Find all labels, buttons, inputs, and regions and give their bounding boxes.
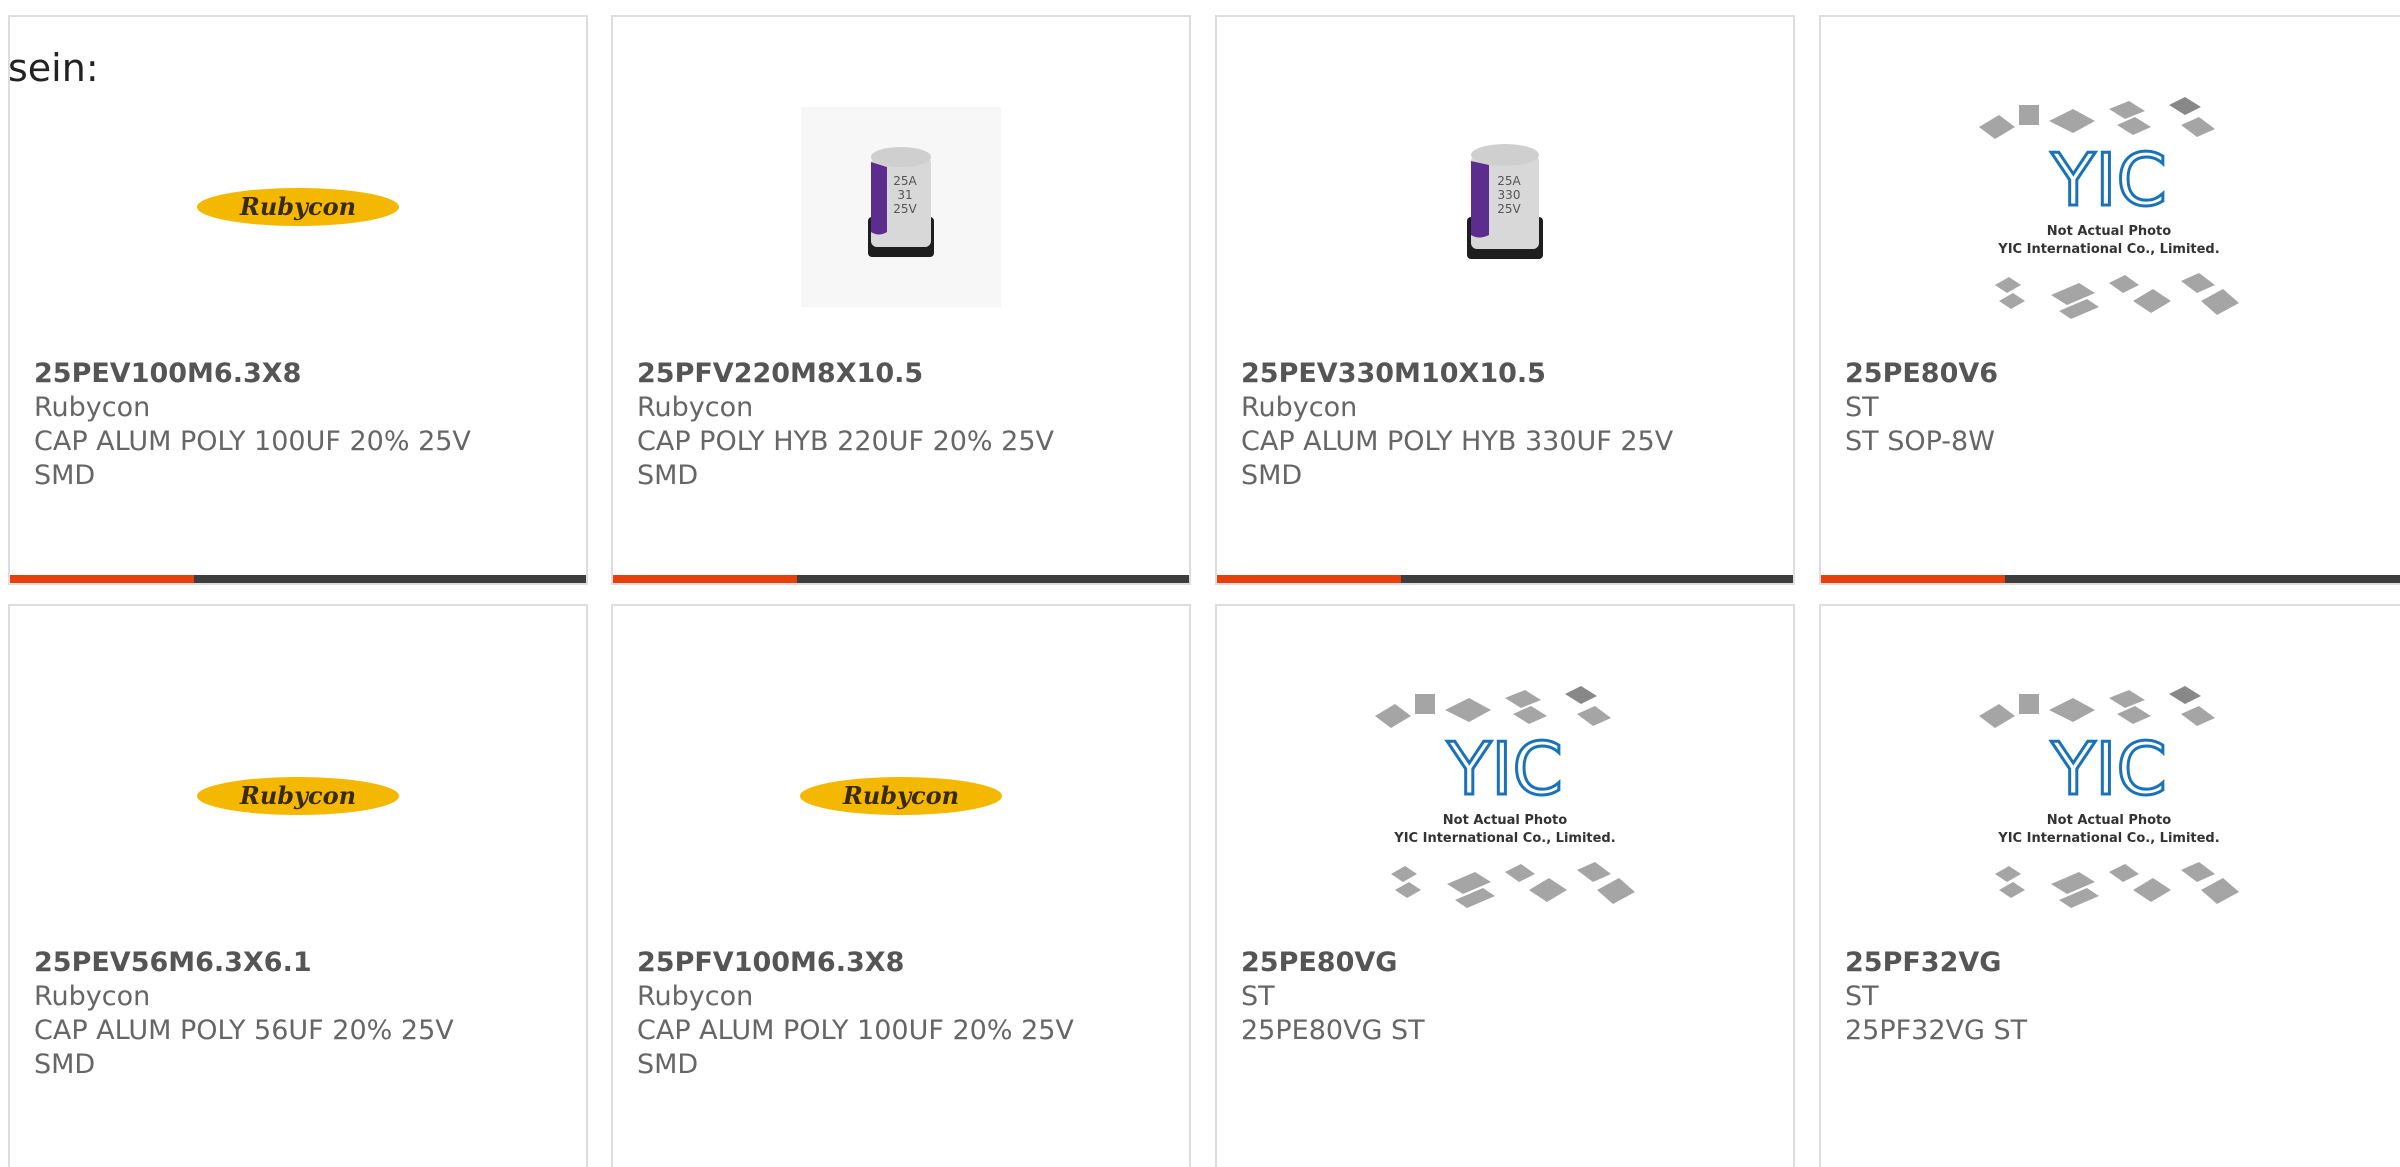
product-grid-page: sein: Rubycon 25PEV100M6.3X8 Rubycon CAP… (0, 0, 2400, 1167)
svg-text:25A: 25A (893, 174, 917, 188)
manufacturer: ST (1845, 392, 1879, 423)
product-image[interactable]: 25A 31 25V (613, 87, 1189, 327)
card-bottom-bar (1217, 575, 1793, 583)
yic-placeholder-photo: YIC Not Actual Photo YIC International C… (1979, 97, 2239, 319)
yic-placeholder-photo: YIC Not Actual Photo YIC International C… (1375, 686, 1635, 908)
svg-text:YIC International Co., Limited: YIC International Co., Limited. (1997, 242, 2219, 257)
manufacturer: ST (1845, 981, 1879, 1012)
svg-text:YIC: YIC (2050, 138, 2167, 222)
svg-text:Not Actual Photo: Not Actual Photo (1443, 813, 1567, 828)
product-info: 25PFV220M8X10.5 Rubycon CAP POLY HYB 220… (637, 357, 1165, 493)
manufacturer: Rubycon (1241, 392, 1358, 423)
part-number[interactable]: 25PE80VG (1241, 946, 1769, 980)
product-card[interactable]: Rubycon 25PEV56M6.3X6.1 Rubycon CAP ALUM… (8, 604, 588, 1167)
product-info: 25PF32VG ST 25PF32VG ST (1845, 946, 2383, 1048)
part-number[interactable]: 25PE80V6 (1845, 357, 2383, 391)
svg-text:YIC: YIC (2050, 727, 2167, 811)
svg-text:YIC International Co., Limited: YIC International Co., Limited. (1393, 831, 1615, 846)
product-info: 25PEV330M10X10.5 Rubycon CAP ALUM POLY H… (1241, 357, 1769, 493)
yic-placeholder-photo: YIC Not Actual Photo YIC International C… (1979, 686, 2239, 908)
product-image[interactable]: Rubycon (10, 87, 586, 327)
card-bottom-bar (613, 575, 1189, 583)
product-card[interactable]: 25A 330 25V 25PEV330M10X10.5 Rubycon CAP… (1215, 15, 1795, 585)
product-card[interactable]: YIC Not Actual Photo YIC International C… (1215, 604, 1795, 1167)
description: CAP ALUM POLY 100UF 20% 25V (34, 426, 471, 457)
part-number[interactable]: 25PEV56M6.3X6.1 (34, 946, 562, 980)
description-package: SMD (637, 460, 699, 491)
product-image[interactable]: Rubycon (10, 676, 586, 916)
product-info: 25PEV56M6.3X6.1 Rubycon CAP ALUM POLY 56… (34, 946, 562, 1082)
product-image[interactable]: YIC Not Actual Photo YIC International C… (1821, 676, 2397, 916)
manufacturer: Rubycon (637, 981, 754, 1012)
product-card[interactable]: YIC Not Actual Photo YIC International C… (1819, 604, 2400, 1167)
card-bottom-bar (10, 575, 586, 583)
manufacturer: ST (1241, 981, 1275, 1012)
product-info: 25PFV100M6.3X8 Rubycon CAP ALUM POLY 100… (637, 946, 1165, 1082)
rubycon-logo-image: Rubycon (197, 188, 399, 226)
product-image[interactable]: Rubycon (613, 676, 1189, 916)
product-image[interactable]: YIC Not Actual Photo YIC International C… (1217, 676, 1793, 916)
svg-text:25V: 25V (1497, 202, 1521, 216)
description: CAP POLY HYB 220UF 20% 25V (637, 426, 1054, 457)
description: CAP ALUM POLY 56UF 20% 25V (34, 1015, 454, 1046)
card-accent-bar (613, 575, 797, 583)
description-package: SMD (34, 460, 96, 491)
product-card[interactable]: Rubycon 25PFV100M6.3X8 Rubycon CAP ALUM … (611, 604, 1191, 1167)
rubycon-logo-image: Rubycon (800, 777, 1002, 815)
description-package: SMD (34, 1049, 96, 1080)
part-number[interactable]: 25PFV100M6.3X8 (637, 946, 1165, 980)
card-bottom-bar (1821, 575, 2400, 583)
svg-text:Not Actual Photo: Not Actual Photo (2047, 813, 2171, 828)
product-info: 25PE80VG ST 25PE80VG ST (1241, 946, 1769, 1048)
manufacturer: Rubycon (34, 981, 151, 1012)
svg-text:Rubycon: Rubycon (239, 192, 356, 221)
product-info: 25PEV100M6.3X8 Rubycon CAP ALUM POLY 100… (34, 357, 562, 493)
svg-text:330: 330 (1498, 188, 1521, 202)
svg-text:YIC International Co., Limited: YIC International Co., Limited. (1997, 831, 2219, 846)
part-number[interactable]: 25PFV220M8X10.5 (637, 357, 1165, 391)
card-accent-bar (10, 575, 194, 583)
part-number[interactable]: 25PEV330M10X10.5 (1241, 357, 1769, 391)
card-accent-bar (1217, 575, 1401, 583)
capacitor-photo: 25A 31 25V (801, 107, 1001, 307)
product-image[interactable]: YIC Not Actual Photo YIC International C… (1821, 87, 2397, 327)
description: 25PF32VG ST (1845, 1015, 2028, 1046)
description-package: SMD (1241, 460, 1303, 491)
part-number[interactable]: 25PEV100M6.3X8 (34, 357, 562, 391)
description: CAP ALUM POLY 100UF 20% 25V (637, 1015, 1074, 1046)
description-package: SMD (637, 1049, 699, 1080)
product-info: 25PE80V6 ST ST SOP-8W (1845, 357, 2383, 459)
product-card[interactable]: Rubycon 25PEV100M6.3X8 Rubycon CAP ALUM … (8, 15, 588, 585)
description: CAP ALUM POLY HYB 330UF 25V (1241, 426, 1674, 457)
svg-text:YIC: YIC (1446, 727, 1563, 811)
rubycon-logo-image: Rubycon (197, 777, 399, 815)
product-card[interactable]: 25A 31 25V 25PFV220M8X10.5 Rubycon CAP P… (611, 15, 1191, 585)
product-image[interactable]: 25A 330 25V (1217, 87, 1793, 327)
card-accent-bar (1821, 575, 2005, 583)
product-card[interactable]: YIC Not Actual Photo YIC International C… (1819, 15, 2400, 585)
capacitor-photo: 25A 330 25V (1405, 107, 1605, 307)
manufacturer: Rubycon (637, 392, 754, 423)
intro-text: sein: (8, 46, 99, 90)
svg-text:25A: 25A (1497, 174, 1521, 188)
svg-text:Rubycon: Rubycon (239, 781, 356, 810)
part-number[interactable]: 25PF32VG (1845, 946, 2383, 980)
description: ST SOP-8W (1845, 426, 1995, 457)
svg-text:31: 31 (897, 188, 912, 202)
svg-text:Not Actual Photo: Not Actual Photo (2047, 224, 2171, 239)
svg-text:25V: 25V (893, 202, 917, 216)
description: 25PE80VG ST (1241, 1015, 1425, 1046)
manufacturer: Rubycon (34, 392, 151, 423)
svg-text:Rubycon: Rubycon (842, 781, 959, 810)
